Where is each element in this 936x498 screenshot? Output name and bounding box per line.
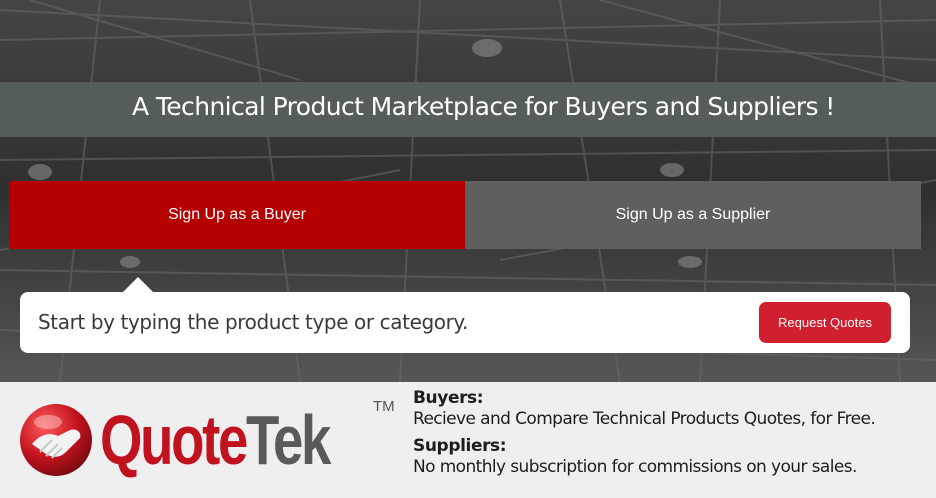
handshake-icon <box>20 404 92 476</box>
suppliers-heading: Suppliers: <box>413 436 507 456</box>
brand-name-tek: Tek <box>246 401 331 479</box>
brand-wordmark: QuoteTek <box>100 400 331 480</box>
suppliers-text: No monthly subscription for commissions … <box>413 457 857 477</box>
tab-sign-up-buyer[interactable]: Sign Up as a Buyer <box>9 181 465 249</box>
value-proposition: Buyers: Recieve and Compare Technical Pr… <box>413 388 928 478</box>
hero-section: A Technical Product Marketplace for Buye… <box>0 0 936 382</box>
title-band: A Technical Product Marketplace for Buye… <box>0 82 936 137</box>
tab-sign-up-supplier[interactable]: Sign Up as a Supplier <box>465 181 921 249</box>
footer-info-bar: QuoteTek TM Buyers: Recieve and Compare … <box>0 382 936 498</box>
buyers-heading: Buyers: <box>413 388 484 408</box>
page-title: A Technical Product Marketplace for Buye… <box>132 92 835 121</box>
quotetek-logo[interactable]: QuoteTek TM <box>18 396 398 486</box>
request-quotes-button[interactable]: Request Quotes <box>759 302 891 343</box>
active-tab-pointer <box>122 277 154 293</box>
search-box: Request Quotes <box>20 292 910 353</box>
search-input[interactable] <box>38 302 738 342</box>
brand-name-quote: Quote <box>100 401 248 479</box>
trademark-mark: TM <box>373 398 395 415</box>
buyers-text: Recieve and Compare Technical Products Q… <box>413 409 876 429</box>
